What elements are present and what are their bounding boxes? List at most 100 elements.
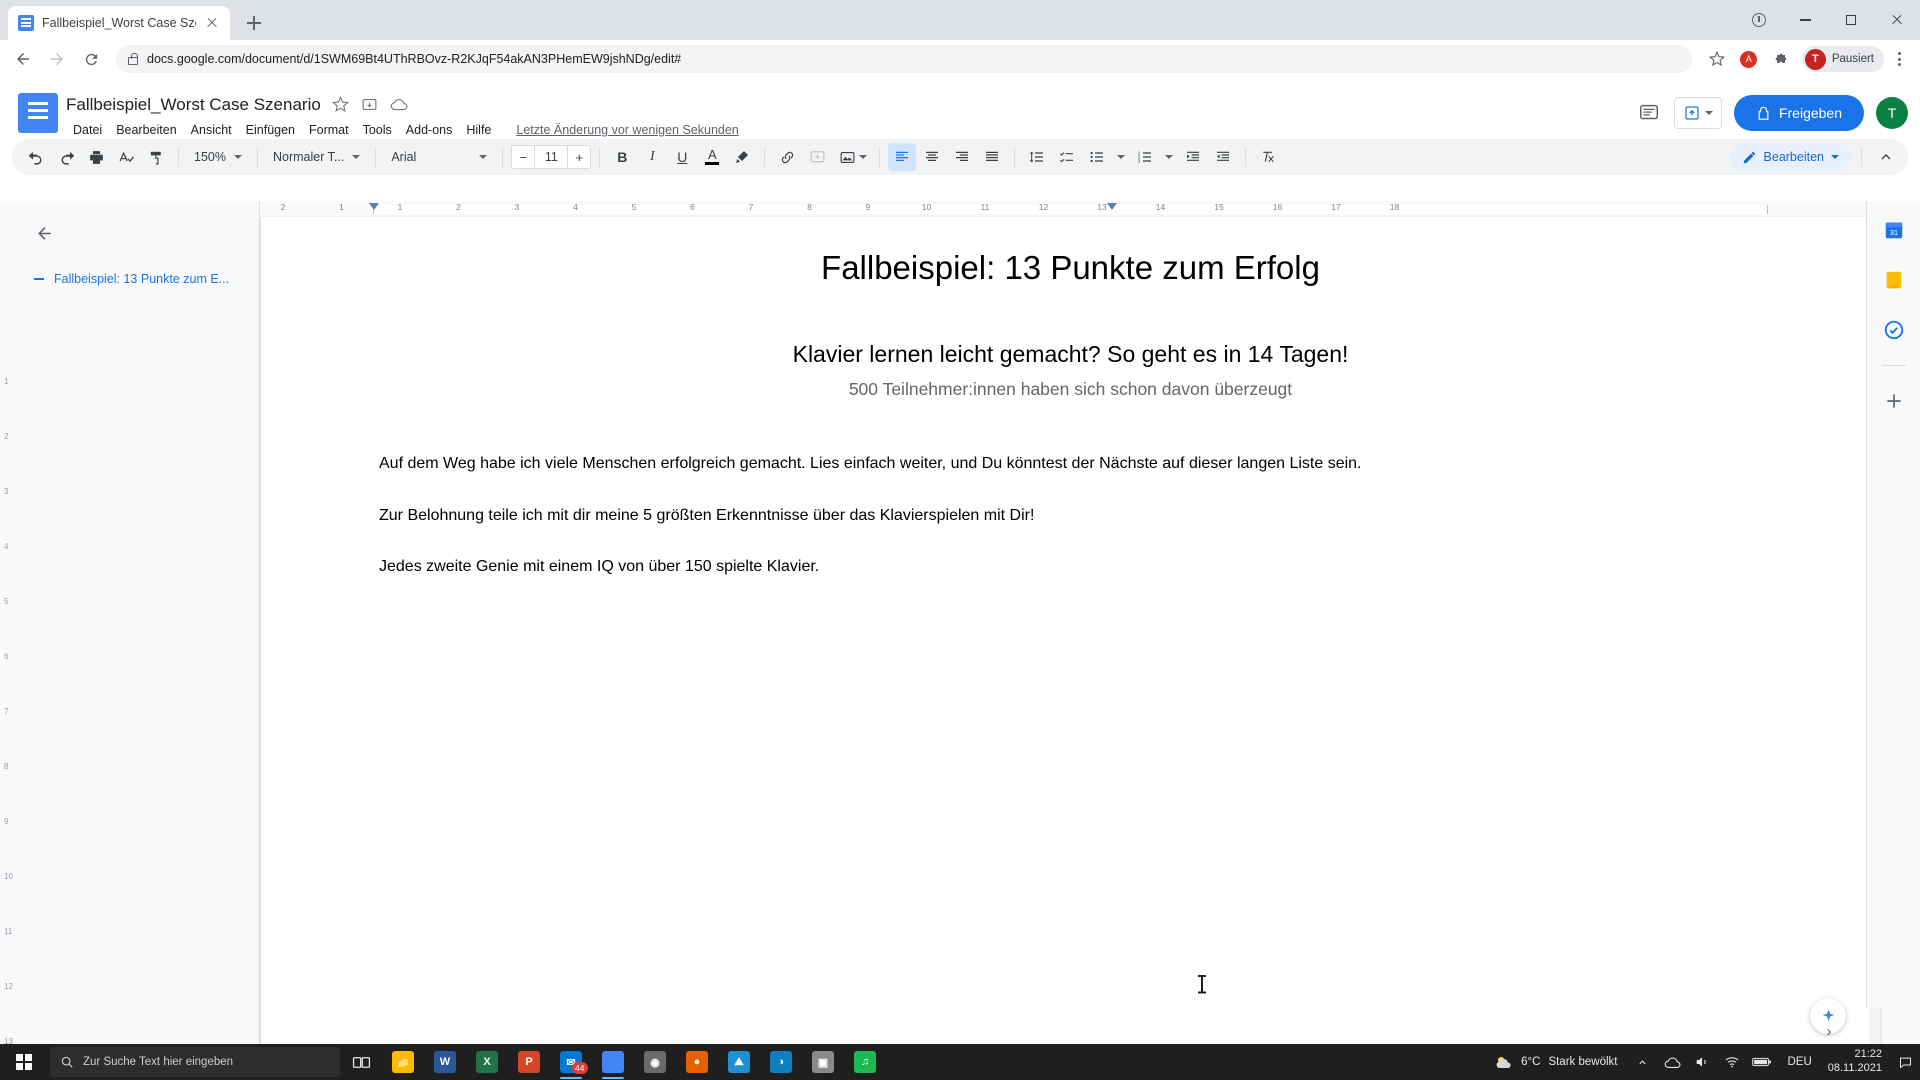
extension-puzzle-icon[interactable] — [1736, 0, 1782, 40]
cloud-saved-icon[interactable] — [390, 96, 408, 114]
weather-widget[interactable]: 6°C Stark bewölkt — [1484, 1044, 1627, 1080]
paragraph-style-selector[interactable]: Normaler T... — [266, 144, 367, 170]
clock[interactable]: 21:22 08.11.2021 — [1822, 1048, 1894, 1076]
task-view-button[interactable] — [340, 1044, 382, 1080]
save-status[interactable]: Letzte Änderung vor wenigen Sekunden — [516, 123, 738, 137]
image-caret-icon[interactable] — [859, 155, 868, 159]
taskbar-app-excel[interactable]: X — [466, 1044, 508, 1080]
taskbar-app-chrome[interactable] — [592, 1044, 634, 1080]
extension-icon[interactable]: A — [1734, 44, 1764, 74]
print-icon[interactable] — [82, 143, 110, 171]
menu-item-bearbeiten[interactable]: Bearbeiten — [109, 120, 183, 140]
chrome-menu-button[interactable] — [1886, 46, 1912, 72]
taskbar-app-paint[interactable]: ▣ — [802, 1044, 844, 1080]
left-indent-marker[interactable] — [369, 203, 379, 210]
move-to-folder-icon[interactable] — [361, 96, 379, 114]
paint-format-icon[interactable] — [142, 143, 170, 171]
reload-button[interactable] — [76, 44, 106, 74]
new-tab-button[interactable] — [240, 9, 268, 37]
zoom-selector[interactable]: 150% — [187, 144, 249, 170]
menu-item-hilfe[interactable]: Hilfe — [459, 120, 498, 140]
collapse-toolbar-button[interactable] — [1872, 143, 1900, 171]
battery-icon[interactable] — [1747, 1044, 1777, 1080]
share-button[interactable]: Freigeben — [1733, 95, 1864, 131]
italic-button[interactable]: I — [638, 143, 666, 171]
taskbar-app-firefox[interactable]: ● — [676, 1044, 718, 1080]
tasks-icon[interactable] — [1877, 313, 1911, 347]
taskbar-app-cd-player[interactable]: ◉ — [634, 1044, 676, 1080]
comment-icon[interactable] — [803, 143, 831, 171]
wifi-icon[interactable] — [1717, 1044, 1747, 1080]
maximize-button[interactable] — [1828, 0, 1874, 40]
close-window-button[interactable] — [1874, 0, 1920, 40]
browser-tab[interactable]: Fallbeispiel_Worst Case Szenario — [8, 6, 230, 40]
horizontal-ruler[interactable]: 2 1 1 2 3 4 5 6 7 8 9 10 11 12 13 14 15 16 17 18 — [261, 201, 1880, 217]
bulleted-list-icon[interactable] — [1083, 143, 1111, 171]
spellcheck-icon[interactable] — [112, 143, 140, 171]
highlight-icon[interactable] — [728, 143, 756, 171]
taskbar-app-mail[interactable]: ✉ 44 — [550, 1044, 592, 1080]
outline-item[interactable]: Fallbeispiel: 13 Punkte zum E... — [30, 269, 247, 289]
onedrive-cloud-icon[interactable] — [1657, 1044, 1687, 1080]
menu-item-format[interactable]: Format — [302, 120, 356, 140]
align-justify-icon[interactable] — [978, 143, 1006, 171]
start-button[interactable] — [0, 1044, 48, 1080]
numbered-list-caret-icon[interactable] — [1165, 155, 1174, 159]
document-title[interactable]: Fallbeispiel_Worst Case Szenario — [66, 95, 321, 115]
calendar-icon[interactable]: 31 — [1877, 213, 1911, 247]
minimize-button[interactable] — [1782, 0, 1828, 40]
taskbar-app-photos[interactable]: ⛰ — [718, 1044, 760, 1080]
line-spacing-icon[interactable] — [1023, 143, 1051, 171]
font-size-stepper[interactable]: − 11 + — [511, 145, 592, 169]
language-indicator[interactable]: DEU — [1777, 1056, 1821, 1068]
decrease-indent-icon[interactable] — [1179, 143, 1207, 171]
text-color-button[interactable]: A — [698, 143, 726, 171]
volume-icon[interactable] — [1687, 1044, 1717, 1080]
expand-panel-button[interactable]: › — [1814, 1016, 1844, 1044]
taskbar-app-word[interactable]: W — [424, 1044, 466, 1080]
star-icon[interactable] — [331, 96, 350, 114]
menu-item-ansicht[interactable]: Ansicht — [184, 120, 239, 140]
taskbar-app-spotify[interactable]: ♫ — [844, 1044, 886, 1080]
bulleted-list-caret-icon[interactable] — [1117, 155, 1126, 159]
extensions-puzzle-icon[interactable] — [1766, 44, 1796, 74]
font-size-decrease-button[interactable]: − — [512, 146, 534, 168]
taskbar-search-input[interactable]: Zur Suche Text hier eingeben — [50, 1047, 340, 1077]
right-indent-marker[interactable] — [1107, 203, 1117, 210]
increase-indent-icon[interactable] — [1209, 143, 1237, 171]
document-content[interactable]: Fallbeispiel: 13 Punkte zum Erfolg Klavi… — [261, 217, 1880, 580]
clear-formatting-icon[interactable] — [1254, 143, 1282, 171]
back-button[interactable] — [8, 44, 38, 74]
notification-center-button[interactable] — [1894, 1044, 1916, 1080]
bookmark-star-icon[interactable] — [1702, 44, 1732, 74]
menu-item-tools[interactable]: Tools — [356, 120, 399, 140]
forward-button[interactable] — [42, 44, 72, 74]
profile-pill[interactable]: T Pausiert — [1801, 46, 1884, 72]
menu-item-add-ons[interactable]: Add-ons — [399, 120, 460, 140]
bold-button[interactable]: B — [608, 143, 636, 171]
font-selector[interactable]: Arial — [384, 144, 494, 170]
present-button[interactable] — [1673, 97, 1722, 129]
undo-icon[interactable] — [22, 143, 50, 171]
align-left-icon[interactable] — [888, 143, 917, 171]
align-right-icon[interactable] — [948, 143, 976, 171]
address-bar[interactable]: docs.google.com/document/d/1SWM69Bt4UThR… — [116, 45, 1692, 73]
tab-close-icon[interactable] — [204, 15, 220, 31]
taskbar-app-file-explorer[interactable]: 📁 — [382, 1044, 424, 1080]
tray-overflow-button[interactable] — [1627, 1044, 1657, 1080]
comment-history-icon[interactable] — [1636, 100, 1662, 126]
document-page[interactable]: Fallbeispiel: 13 Punkte zum Erfolg Klavi… — [261, 217, 1880, 1044]
checklist-icon[interactable] — [1053, 143, 1081, 171]
taskbar-app-powerpoint[interactable]: P — [508, 1044, 550, 1080]
redo-icon[interactable] — [52, 143, 80, 171]
editing-mode-button[interactable]: Bearbeiten — [1729, 143, 1851, 171]
close-outline-button[interactable] — [30, 219, 58, 247]
account-avatar[interactable]: T — [1876, 97, 1908, 129]
docs-home-logo-icon[interactable] — [18, 93, 58, 133]
keep-icon[interactable] — [1877, 263, 1911, 297]
link-icon[interactable] — [773, 143, 801, 171]
font-size-input[interactable]: 11 — [534, 146, 569, 168]
font-size-increase-button[interactable]: + — [568, 146, 590, 168]
numbered-list-icon[interactable]: 123 — [1131, 143, 1159, 171]
underline-button[interactable]: U — [668, 143, 696, 171]
